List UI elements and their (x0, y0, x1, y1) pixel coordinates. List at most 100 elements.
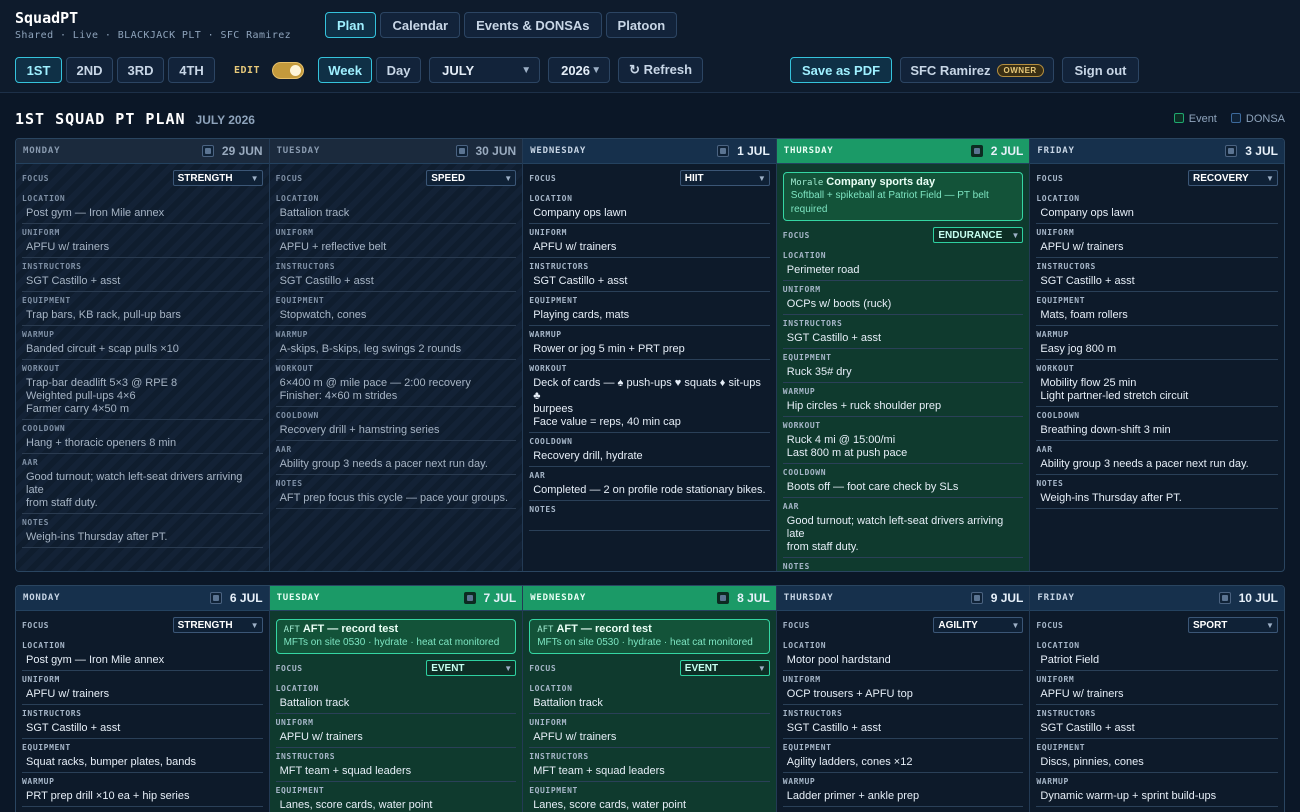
field-location[interactable]: LOCATION Battalion track (529, 680, 770, 714)
focus-select[interactable]: EVENT ▼ (426, 660, 517, 676)
field-uniform[interactable]: UNIFORM OCPs w/ boots (ruck) (782, 281, 1024, 315)
field-uniform[interactable]: UNIFORM APFU + reflective belt (275, 224, 517, 258)
field-warmup[interactable]: WARMUP Rower or jog 5 min + PRT prep (529, 326, 770, 360)
day-select-checkbox[interactable] (201, 145, 214, 157)
event-banner[interactable]: AFT AFT — record test MFTs on site 0530 · … (275, 619, 517, 654)
year-select[interactable]: 2026 ▼ (548, 57, 611, 83)
field-cooldown[interactable]: COOLDOWN Breathing down-shift 3 min (1036, 407, 1278, 441)
focus-select[interactable]: ENDURANCE ▼ (933, 227, 1024, 243)
day-select-checkbox[interactable] (1225, 145, 1238, 157)
focus-select[interactable]: AGILITY ▼ (933, 617, 1024, 633)
field-aar[interactable]: AAR Good turnout; watch left-seat drivers… (22, 454, 263, 514)
field-workout[interactable]: WORKOUT Trap-bar deadlift 5×3 @ RPE 8 Weig… (22, 360, 263, 420)
field-uniform[interactable]: UNIFORM APFU w/ trainers (1036, 224, 1278, 258)
field-notes[interactable]: NOTES Weigh-ins Thursday after PT. (1036, 475, 1278, 509)
field-warmup[interactable]: WARMUP Easy jog 800 m (1036, 326, 1278, 360)
day-select-checkbox[interactable] (463, 592, 476, 604)
field-equipment[interactable]: EQUIPMENT Lanes, score cards, water point (529, 782, 770, 812)
field-cooldown[interactable]: COOLDOWN Recovery drill + hamstring serie… (275, 407, 517, 441)
field-warmup[interactable]: WARMUP PRT prep drill ×10 ea + hip series (22, 773, 263, 807)
refresh-button[interactable]: ↻ Refresh (618, 57, 704, 83)
focus-select[interactable]: EVENT ▼ (679, 660, 770, 676)
field-location[interactable]: LOCATION Post gym — Iron Mile annex (22, 637, 263, 671)
field-uniform[interactable]: UNIFORM APFU w/ trainers (275, 714, 517, 748)
field-aar[interactable]: AAR Good turnout; watch left-seat drivers… (782, 498, 1024, 558)
field-instructors[interactable]: INSTRUCTORS SGT Castillo + asst (529, 258, 770, 292)
field-location[interactable]: LOCATION Perimeter road (782, 247, 1024, 281)
nav-events-donsas[interactable]: Events & DONSAs (464, 12, 602, 38)
field-location[interactable]: LOCATION Patriot Field (1036, 637, 1278, 671)
field-warmup[interactable]: WARMUP Hip circles + ruck shoulder prep (782, 383, 1024, 417)
field-uniform[interactable]: UNIFORM APFU w/ trainers (529, 224, 770, 258)
sign-out-button[interactable]: Sign out (1062, 57, 1139, 83)
event-banner[interactable]: AFT AFT — record test MFTs on site 0530 · … (529, 619, 770, 654)
field-equipment[interactable]: EQUIPMENT Discs, pinnies, cones (1036, 739, 1278, 773)
field-instructors[interactable]: INSTRUCTORS SGT Castillo + asst (1036, 705, 1278, 739)
field-cooldown[interactable]: COOLDOWN Boots off — foot care check by S… (782, 464, 1024, 498)
field-instructors[interactable]: INSTRUCTORS SGT Castillo + asst (1036, 258, 1278, 292)
nav-calendar[interactable]: Calendar (380, 12, 461, 38)
squad-4th-button[interactable]: 4TH (168, 57, 215, 83)
field-warmup[interactable]: WARMUP Dynamic warm-up + sprint build-ups (1036, 773, 1278, 807)
field-notes[interactable]: NOTES AFT prep focus this cycle — pace yo… (275, 475, 517, 509)
field-equipment[interactable]: EQUIPMENT Playing cards, mats (529, 292, 770, 326)
field-warmup[interactable]: WARMUP A-skips, B-skips, leg swings 2 rou… (275, 326, 517, 360)
field-instructors[interactable]: INSTRUCTORS SGT Castillo + asst (782, 705, 1024, 739)
field-workout[interactable]: WORKOUT Mobility flow 25 min Light partner… (1036, 360, 1278, 407)
day-select-checkbox[interactable] (970, 592, 983, 604)
field-instructors[interactable]: INSTRUCTORS SGT Castillo + asst (782, 315, 1024, 349)
field-notes[interactable]: NOTESHydrate NLT 2100 the night prior. (783, 558, 1024, 571)
field-workout[interactable]: WORKOUT Ruck 4 mi @ 15:00/mi Last 800 m at… (782, 417, 1024, 464)
field-location[interactable]: LOCATION Company ops lawn (1036, 190, 1278, 224)
month-select[interactable]: JULY ▼ (429, 57, 541, 83)
day-select-checkbox[interactable] (455, 145, 468, 157)
field-notes[interactable]: NOTES Weigh-ins Thursday after PT. (22, 514, 263, 548)
squad-2nd-button[interactable]: 2ND (66, 57, 113, 83)
focus-select[interactable]: RECOVERY ▼ (1187, 170, 1278, 186)
nav-platoon[interactable]: Platoon (605, 12, 678, 38)
field-aar[interactable]: AAR Ability group 3 needs a pacer next ru… (1036, 441, 1278, 475)
focus-select[interactable]: STRENGTH ▼ (172, 617, 263, 633)
field-instructors[interactable]: INSTRUCTORS SGT Castillo + asst (22, 705, 263, 739)
edit-toggle[interactable] (272, 61, 305, 79)
user-menu-button[interactable]: SFC Ramirez OWNER (900, 57, 1054, 83)
view-day-button[interactable]: Day (376, 57, 422, 83)
field-location[interactable]: LOCATION Post gym — Iron Mile annex (22, 190, 263, 224)
squad-1st-button[interactable]: 1ST (15, 57, 62, 83)
day-select-checkbox[interactable] (717, 145, 730, 157)
day-select-checkbox[interactable] (970, 145, 983, 157)
field-equipment[interactable]: EQUIPMENT Trap bars, KB rack, pull-up bar… (22, 292, 263, 326)
field-cooldown[interactable]: COOLDOWN Recovery drill, hydrate (529, 433, 770, 467)
field-equipment[interactable]: EQUIPMENT Stopwatch, cones (275, 292, 517, 326)
field-notes[interactable]: NOTES (529, 501, 770, 531)
focus-select[interactable]: STRENGTH ▼ (172, 170, 263, 186)
event-banner[interactable]: Morale Company sports day Softball + spike… (782, 172, 1024, 221)
focus-select[interactable]: SPORT ▼ (1187, 617, 1278, 633)
field-instructors[interactable]: INSTRUCTORS MFT team + squad leaders (529, 748, 770, 782)
field-equipment[interactable]: EQUIPMENT Agility ladders, cones ×12 (782, 739, 1024, 773)
field-equipment[interactable]: EQUIPMENT Ruck 35# dry (782, 349, 1024, 383)
field-instructors[interactable]: INSTRUCTORS MFT team + squad leaders (275, 748, 517, 782)
field-location[interactable]: LOCATION Motor pool hardstand (782, 637, 1024, 671)
day-select-checkbox[interactable] (1218, 592, 1231, 604)
save-pdf-button[interactable]: Save as PDF (790, 57, 892, 83)
field-equipment[interactable]: EQUIPMENT Lanes, score cards, water point (276, 782, 517, 812)
field-aar[interactable]: AAR Completed — 2 on profile rode station… (529, 467, 770, 501)
field-location[interactable]: LOCATION Company ops lawn (529, 190, 770, 224)
day-select-checkbox[interactable] (209, 592, 222, 604)
focus-select[interactable]: SPEED ▼ (426, 170, 517, 186)
field-warmup[interactable]: WARMUP Banded circuit + scap pulls ×10 (22, 326, 263, 360)
field-uniform[interactable]: UNIFORM APFU w/ trainers (1036, 671, 1278, 705)
field-instructors[interactable]: INSTRUCTORS SGT Castillo + asst (275, 258, 517, 292)
field-location[interactable]: LOCATION Battalion track (275, 680, 517, 714)
focus-select[interactable]: HIIT ▼ (679, 170, 770, 186)
field-location[interactable]: LOCATION Battalion track (275, 190, 517, 224)
field-instructors[interactable]: INSTRUCTORS SGT Castillo + asst (22, 258, 263, 292)
field-uniform[interactable]: UNIFORM APFU w/ trainers (22, 671, 263, 705)
view-week-button[interactable]: Week (318, 57, 373, 83)
field-aar[interactable]: AAR Ability group 3 needs a pacer next ru… (275, 441, 517, 475)
field-uniform[interactable]: UNIFORM APFU w/ trainers (22, 224, 263, 258)
field-uniform[interactable]: UNIFORM OCP trousers + APFU top (782, 671, 1024, 705)
field-workout[interactable]: WORKOUT 6×400 m @ mile pace — 2:00 recove… (275, 360, 517, 407)
day-select-checkbox[interactable] (717, 592, 730, 604)
